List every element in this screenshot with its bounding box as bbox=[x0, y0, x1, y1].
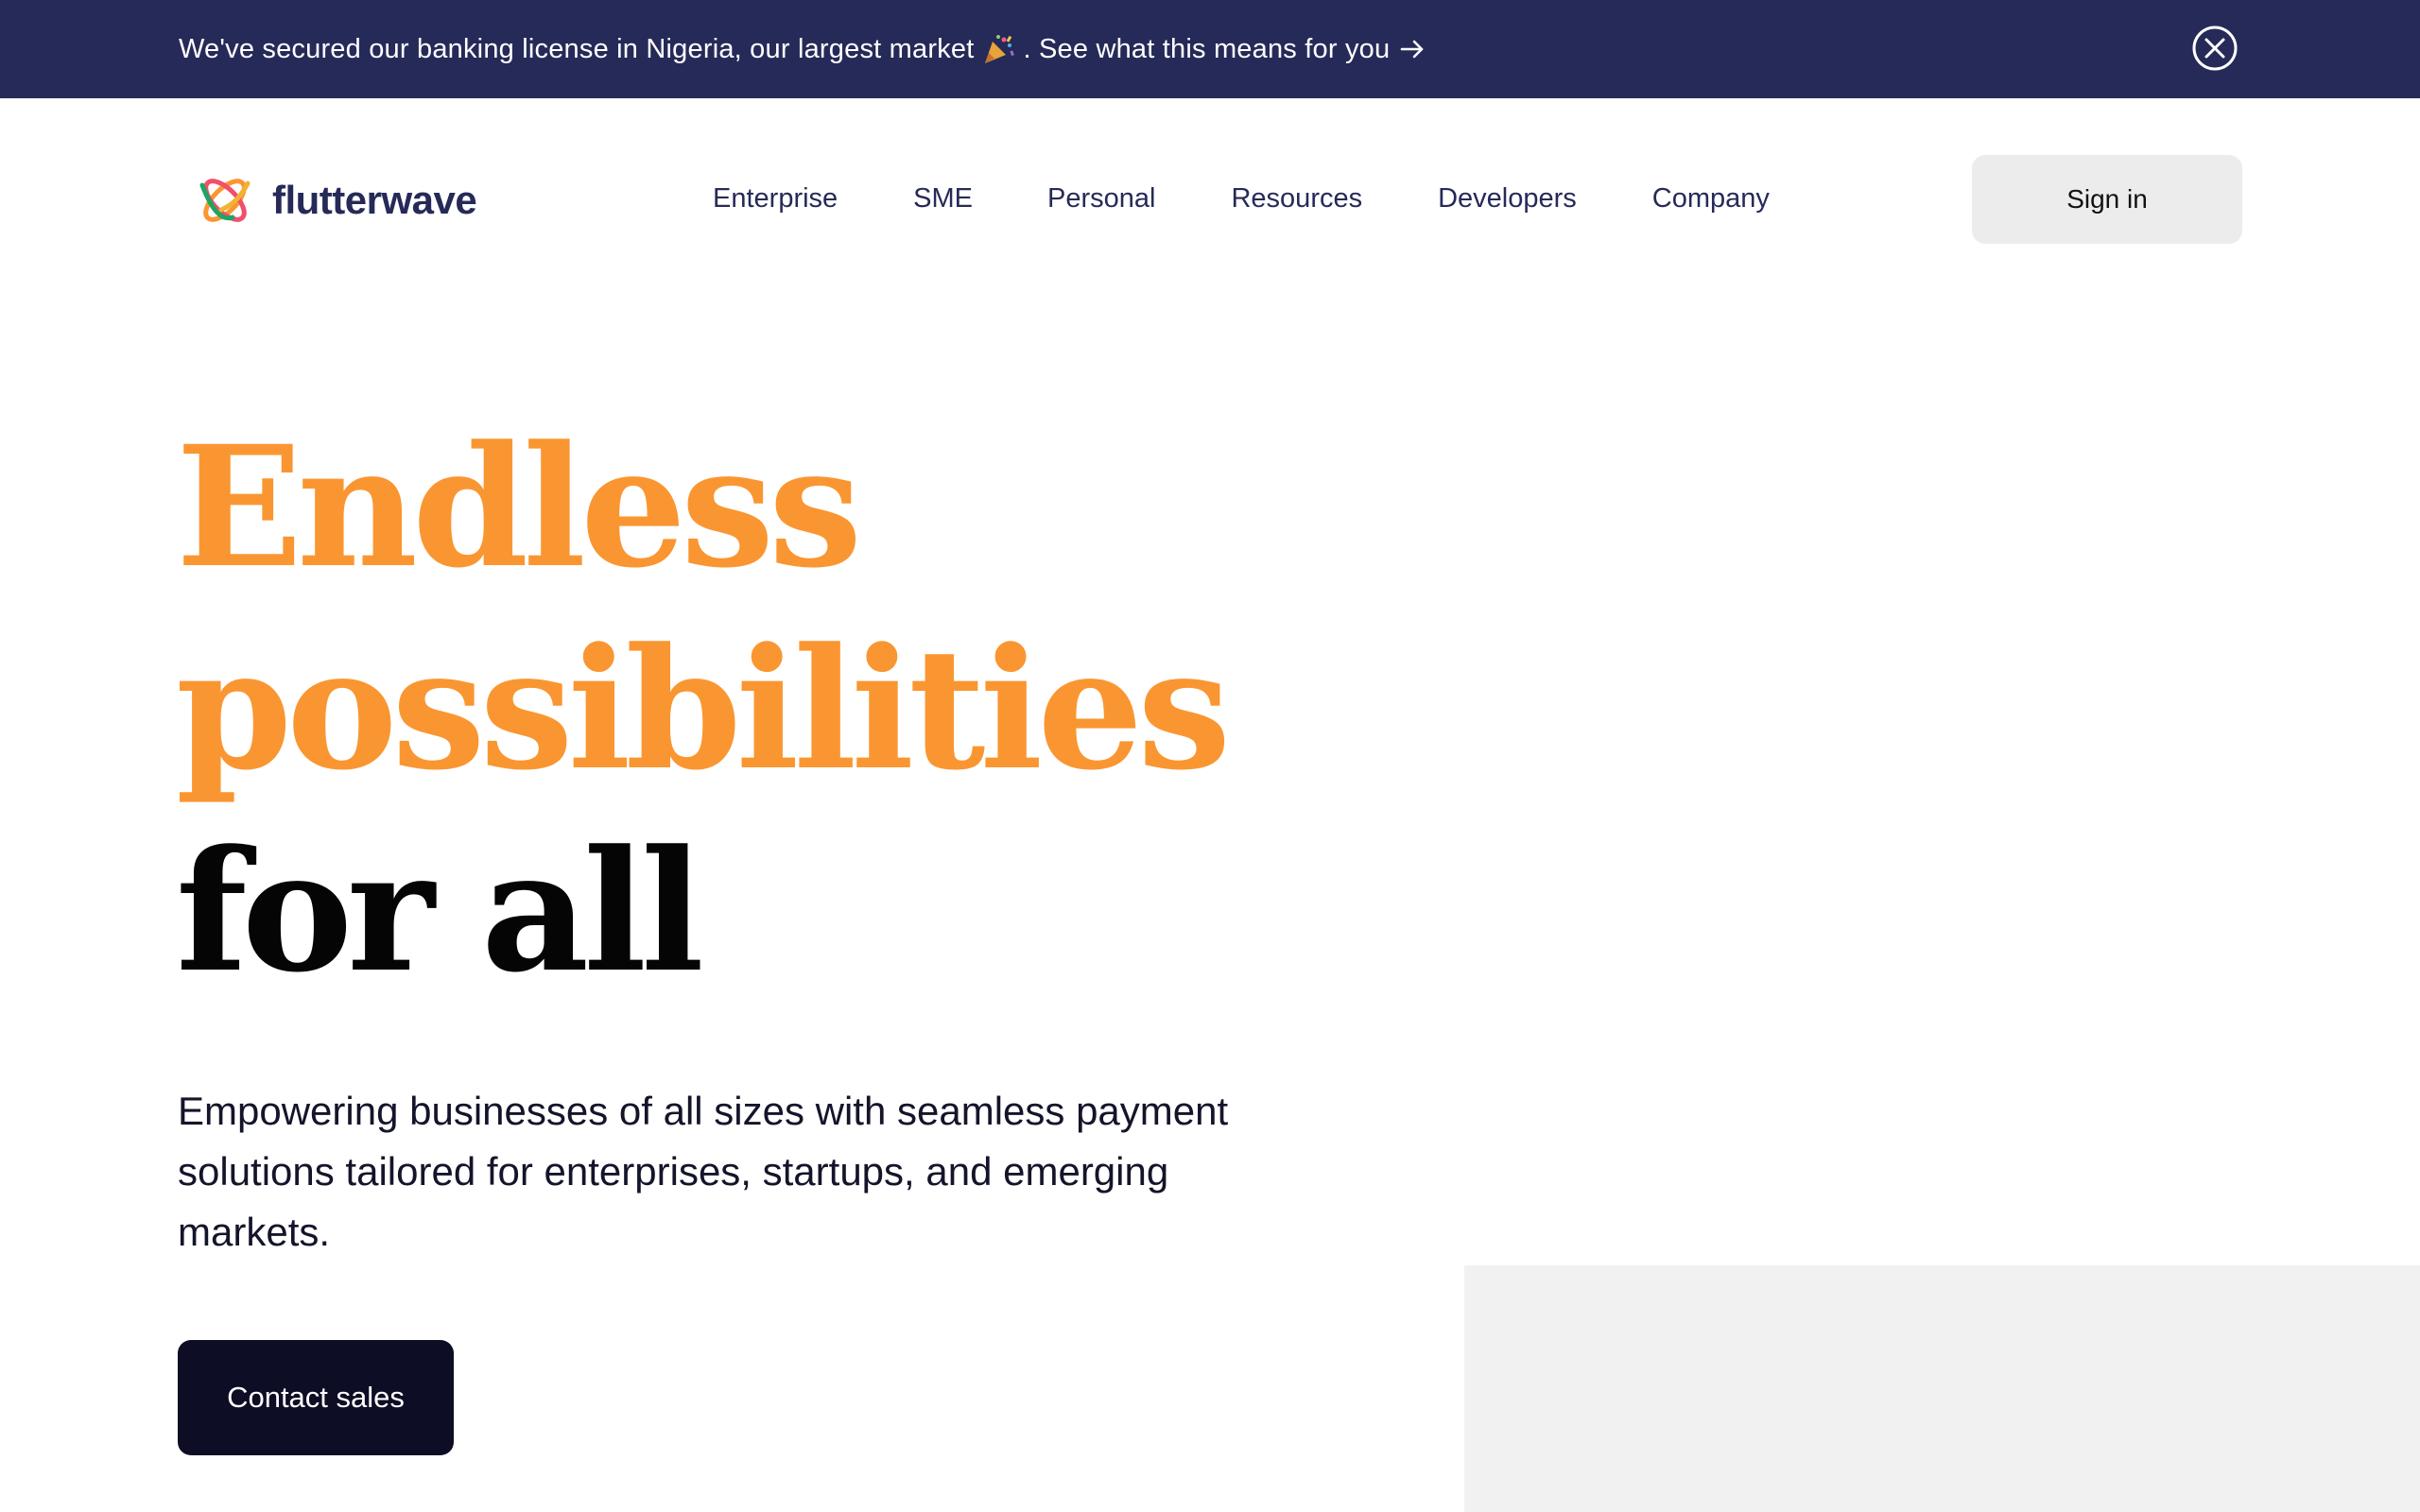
announcement-bar: We've secured our banking license in Nig… bbox=[0, 0, 2420, 98]
nav-item-company[interactable]: Company bbox=[1652, 178, 1770, 219]
nav-item-personal[interactable]: Personal bbox=[1047, 178, 1155, 219]
contact-sales-button[interactable]: Contact sales bbox=[178, 1340, 454, 1455]
flutterwave-logo-icon bbox=[199, 179, 251, 222]
hero-title-line-1: Endless bbox=[176, 409, 862, 605]
sign-in-button[interactable]: Sign in bbox=[1972, 155, 2242, 244]
nav-item-enterprise[interactable]: Enterprise bbox=[713, 178, 838, 219]
nav-item-developers[interactable]: Developers bbox=[1438, 178, 1577, 219]
party-popper-icon bbox=[981, 32, 1015, 66]
arrow-right-icon bbox=[1399, 36, 1426, 62]
site-header: flutterwave Enterprise SME Personal Reso… bbox=[0, 98, 2420, 306]
hero-media-placeholder bbox=[1464, 1265, 2420, 1512]
nav-item-sme[interactable]: SME bbox=[913, 178, 973, 219]
flutterwave-logo[interactable]: flutterwave bbox=[193, 172, 477, 229]
close-announcement-button[interactable] bbox=[2191, 25, 2238, 72]
close-circle-icon bbox=[2192, 26, 2238, 71]
main-nav: Enterprise SME Personal Resources Develo… bbox=[713, 178, 1770, 219]
logo-text: flutterwave bbox=[272, 178, 477, 222]
hero-title-line-3: for all bbox=[176, 814, 704, 1009]
announcement-text: We've secured our banking license in Nig… bbox=[179, 33, 975, 64]
nav-item-resources[interactable]: Resources bbox=[1231, 178, 1362, 219]
hero-title: Endless possibilities for all bbox=[176, 406, 1231, 1013]
hero-subtitle: Empowering businesses of all sizes with … bbox=[178, 1089, 1229, 1254]
announcement-link[interactable]: We've secured our banking license in Nig… bbox=[179, 32, 1426, 66]
announcement-text-cta: . See what this means for you bbox=[1023, 33, 1391, 64]
hero-title-line-2: possibilities bbox=[176, 611, 1231, 807]
page: We've secured our banking license in Nig… bbox=[0, 0, 2420, 1512]
